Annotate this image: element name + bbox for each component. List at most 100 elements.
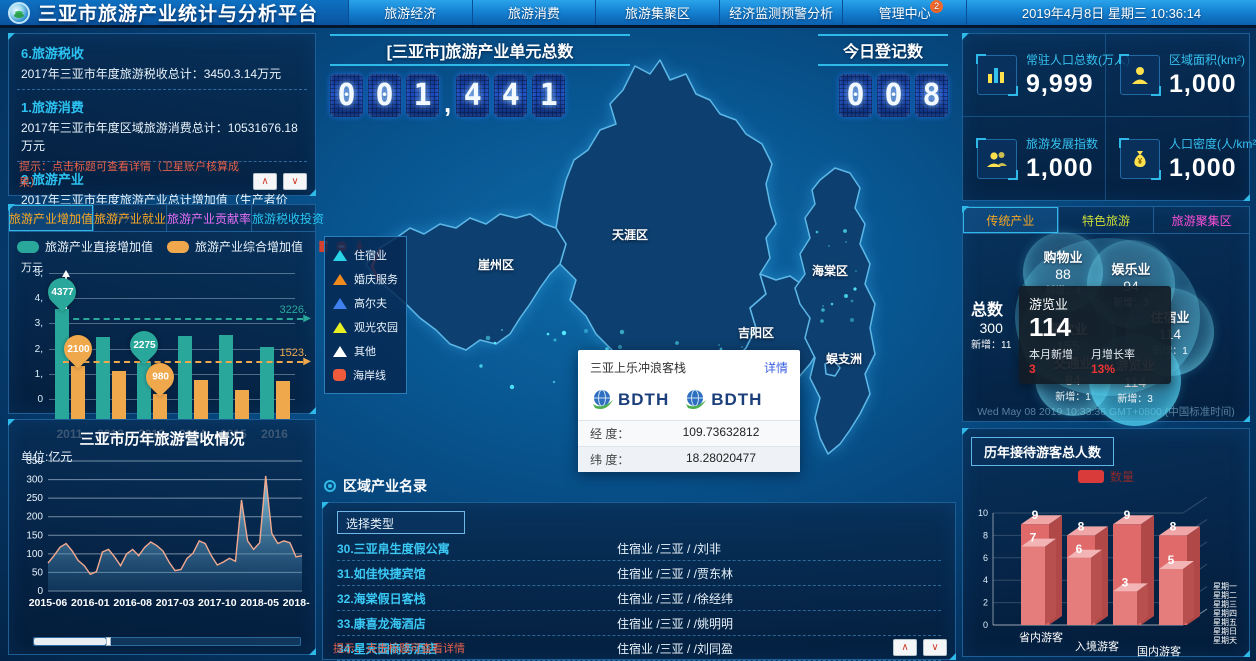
svg-text:入境游客: 入境游客: [1075, 639, 1119, 653]
bar-旅游产业直接增加值[interactable]: [96, 337, 110, 419]
bar-旅游产业综合增加值[interactable]: [112, 371, 126, 419]
svg-text:3: 3: [1122, 575, 1129, 589]
svg-text:星期四: 星期四: [1213, 609, 1237, 618]
marker-value: 2100: [66, 344, 88, 355]
nav-item-1[interactable]: 旅游经济: [348, 0, 472, 25]
bar-旅游产业综合增加值[interactable]: [153, 394, 167, 419]
scrollbar-handle[interactable]: [34, 638, 106, 645]
stat-label: 区域面积(km²): [1169, 51, 1245, 68]
bubble-tab-1[interactable]: 传统产业: [963, 207, 1059, 233]
visitors-legend-label: 数量: [1110, 468, 1134, 485]
summary-item-title[interactable]: 1.旅游消费: [21, 97, 303, 116]
total-new: 新增：11: [971, 336, 1011, 351]
type-filter-dropdown[interactable]: 选择类型: [337, 511, 465, 534]
directory-item-link[interactable]: 33.康喜龙海酒店: [337, 615, 617, 632]
map-legend: 住宿业婚庆服务高尔夫观光农园其他海岸线: [324, 236, 407, 394]
nav-item-4[interactable]: 经济监测预警分析: [719, 0, 843, 25]
visitors-panel: 历年接待游客总人数 数量 024681098987635省内游客入境游客国内游客…: [962, 428, 1250, 657]
bdth-logo: BDTH: [683, 388, 762, 412]
map-legend-label: 住宿业: [354, 247, 387, 263]
bar-旅游产业综合增加值[interactable]: [194, 380, 208, 419]
map-container: [三亚市]旅游产业单元总数 001,441 今日登记数 008 住宿业婚庆服务高…: [320, 28, 960, 472]
bar-旅游产业综合增加值[interactable]: [71, 366, 85, 419]
directory-row: 33.康喜龙海酒店住宿业 /三亚 / /姚明明: [337, 611, 941, 636]
bar-旅游产业直接增加值[interactable]: [55, 309, 69, 419]
directory-item-link[interactable]: 30.三亚帛生度假公寓: [337, 540, 617, 557]
map-legend-item[interactable]: 高尔夫: [333, 291, 398, 315]
nav-item-5[interactable]: 管理中心2: [842, 0, 966, 25]
industry-legend: 旅游产业直接增加值旅游产业综合增加值: [9, 232, 315, 257]
coastline-icon: [333, 369, 346, 381]
nav-item-2[interactable]: 旅游消费: [472, 0, 596, 25]
bubble-value: 88: [1055, 266, 1071, 282]
summary-item: 1.旅游消费 2017年三亚市年度区域旅游消费总计：10531676.18万元: [9, 90, 315, 161]
industry-tab-4[interactable]: 旅游税收投资: [252, 205, 324, 231]
bar-旅游产业综合增加值[interactable]: [276, 381, 290, 419]
map-legend-item[interactable]: 海岸线: [333, 363, 398, 387]
svg-text:省内游客: 省内游客: [1019, 630, 1063, 644]
today-counter: 008: [818, 74, 948, 117]
summary-next-button[interactable]: ∨: [283, 173, 307, 190]
bar-旅游产业直接增加值[interactable]: [219, 335, 233, 419]
main-nav: 旅游经济 旅游消费 旅游集聚区 经济监测预警分析管理中心2: [348, 0, 966, 25]
legend-label: 旅游产业直接增加值: [45, 238, 153, 255]
nav-item-label: 旅游集聚区: [625, 3, 690, 22]
stat-label: 人口密度(人/km²): [1169, 135, 1256, 152]
poi-detail-link[interactable]: 详情: [764, 359, 788, 376]
counter-digit: 4: [456, 74, 489, 117]
users-icon: [977, 139, 1017, 179]
map-legend-item[interactable]: 其他: [333, 339, 398, 363]
summary-item-desc: 2017年三亚市年度区域旅游消费总计：10531676.18万元: [21, 120, 303, 155]
marker-value: 4377: [50, 286, 72, 297]
industry-tab-2[interactable]: 旅游产业就业: [94, 205, 167, 231]
summary-prev-button[interactable]: ∧: [253, 173, 277, 190]
tooltip-metric: 13%: [1091, 362, 1135, 376]
chart-zoom-scrollbar[interactable]: [33, 637, 301, 646]
svg-text:200: 200: [26, 512, 43, 523]
legend-swatch: [17, 241, 39, 253]
map-legend-label: 其他: [354, 343, 376, 359]
svg-text:7: 7: [1030, 531, 1037, 545]
industry-tab-3[interactable]: 旅游产业贡献率: [167, 205, 252, 231]
bar-旅游产业直接增加值[interactable]: [260, 347, 274, 419]
svg-text:9: 9: [1124, 508, 1131, 522]
summary-hint: 提示：点击标题可查看详情（卫星账户核算成果）: [19, 158, 253, 190]
nav-item-label: 旅游消费: [508, 3, 560, 22]
latitude-label: 纬 度：: [590, 451, 654, 468]
gridline: [49, 399, 295, 400]
average-line: ▶1523.: [63, 361, 303, 363]
svg-text:星期天: 星期天: [1213, 636, 1237, 645]
brand: 三亚市旅游产业统计与分析平台: [0, 0, 348, 25]
bubble-name: 娱乐业: [1111, 259, 1150, 278]
nav-item-3[interactable]: 旅游集聚区: [595, 0, 719, 25]
marker-triangle-icon: [333, 274, 347, 285]
map-legend-label: 观光农园: [354, 319, 398, 335]
counter-digit: 0: [368, 74, 401, 117]
directory-item-link[interactable]: 32.海棠假日客栈: [337, 590, 617, 607]
svg-text:6: 6: [983, 553, 988, 563]
directory-prev-button[interactable]: ∧: [893, 639, 917, 656]
bar-旅游产业综合增加值[interactable]: [235, 390, 249, 419]
bubble-chart: 购物业88新增：4娱乐业94新增：3餐饮业155住宿业114新增：1交通业84新…: [963, 234, 1249, 400]
legend-swatch: [1078, 470, 1104, 483]
bubble-tab-2[interactable]: 特色旅游: [1059, 207, 1155, 233]
y-tick-label: 5,: [19, 268, 43, 279]
directory-next-button[interactable]: ∨: [923, 639, 947, 656]
industry-tab-1[interactable]: 旅游产业增加值: [9, 205, 94, 231]
directory-item-link[interactable]: 31.如佳快捷宾馆: [337, 565, 617, 582]
directory-hint: 提示：点击标题可查看详情: [333, 640, 465, 656]
bubble-new: 新增：3: [1117, 390, 1153, 405]
y-tick-label: 1,: [19, 369, 43, 380]
scrollbar-knob[interactable]: [106, 637, 111, 646]
bubble-tab-3[interactable]: 旅游聚集区: [1154, 207, 1249, 233]
map-legend-item[interactable]: 婚庆服务: [333, 267, 398, 291]
svg-text:150: 150: [26, 530, 43, 541]
map-legend-item[interactable]: 观光农园: [333, 315, 398, 339]
summary-item-title[interactable]: 6.旅游税收: [21, 43, 303, 62]
map-legend-item[interactable]: 住宿业: [333, 243, 398, 267]
bar-旅游产业直接增加值[interactable]: [178, 336, 192, 419]
y-tick-label: 0: [19, 394, 43, 405]
industry-bar-chart: 万元01,2,3,4,5,201120122013201420152016▶32…: [19, 273, 307, 441]
today-counter-title: 今日登记数: [818, 34, 948, 66]
person-icon: [1120, 55, 1160, 95]
